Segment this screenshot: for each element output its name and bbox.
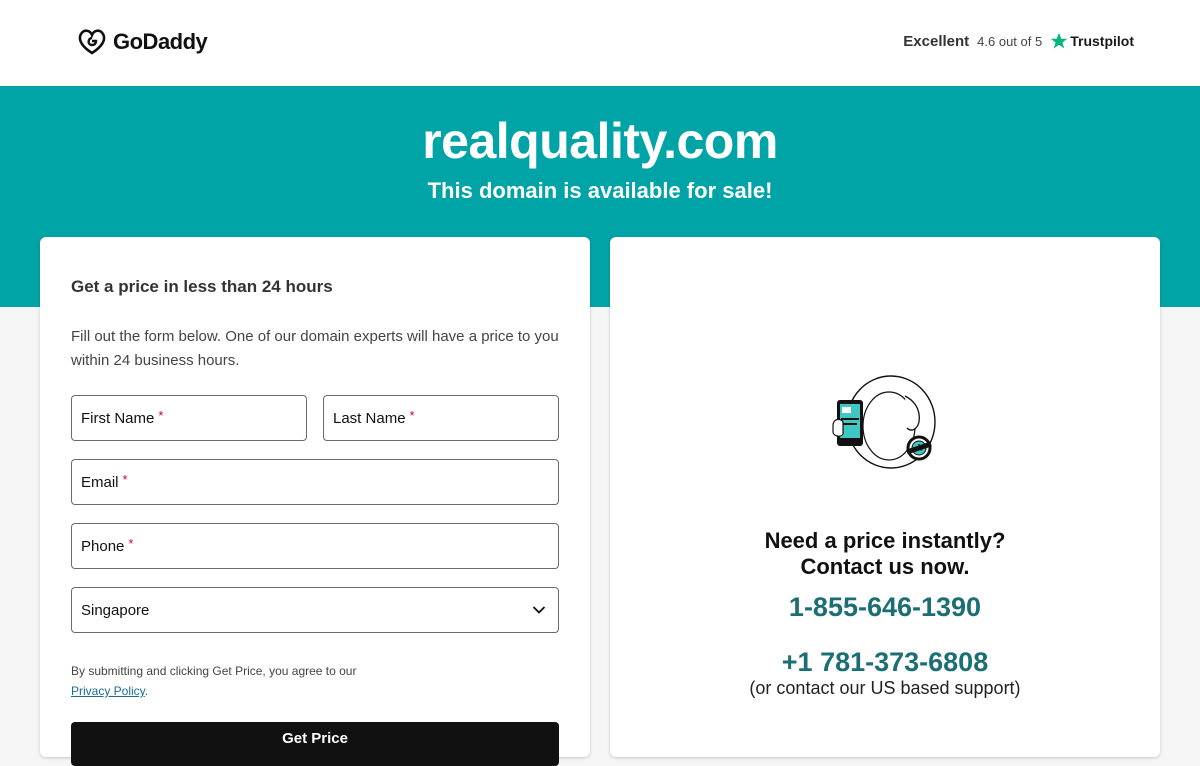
phone-number-secondary[interactable]: +1 781-373-6808 — [610, 647, 1160, 678]
last-name-field[interactable]: Last Name * — [323, 395, 559, 441]
trustpilot-star-icon — [1050, 32, 1068, 49]
site-header: GoDaddy Excellent 4.6 out of 5 Trustpilo… — [0, 0, 1200, 86]
instant-price-heading: Need a price instantly? Contact us now. — [610, 528, 1160, 580]
phone-number-primary[interactable]: 1-855-646-1390 — [610, 592, 1160, 623]
privacy-policy-link[interactable]: Privacy Policy — [71, 684, 145, 698]
form-title: Get a price in less than 24 hours — [71, 277, 333, 296]
phone-clock-illustration — [832, 375, 936, 469]
first-name-field[interactable]: First Name * — [71, 395, 307, 441]
sale-tagline: This domain is available for sale! — [427, 178, 773, 203]
country-select[interactable]: Singapore — [71, 587, 559, 633]
terms-text: By submitting and clicking Get Price, yo… — [71, 664, 357, 678]
support-note: (or contact our US based support) — [749, 678, 1021, 698]
first-name-label: First Name — [81, 409, 155, 427]
get-price-button[interactable]: Get Price — [71, 722, 559, 766]
required-marker: * — [409, 407, 415, 423]
contact-panel: Need a price instantly? Contact us now. … — [610, 237, 1160, 757]
brand-name: GoDaddy — [113, 29, 208, 54]
required-marker: * — [128, 535, 134, 551]
phone-label: Phone — [81, 537, 125, 555]
required-marker: * — [158, 407, 164, 423]
heading-line-1: Need a price instantly? — [764, 528, 1006, 553]
email-field[interactable]: Email * — [71, 459, 559, 505]
trustpilot-brand: Trustpilot — [1050, 32, 1134, 50]
rating-score: 4.6 out of 5 — [977, 33, 1043, 49]
rating-word: Excellent — [903, 32, 970, 50]
required-marker: * — [122, 471, 128, 487]
phone-field[interactable]: Phone * — [71, 523, 559, 569]
domain-name: realquality.com — [422, 113, 778, 169]
form-description: Fill out the form below. One of our doma… — [71, 328, 559, 369]
last-name-label: Last Name — [333, 409, 406, 427]
terms-notice: By submitting and clicking Get Price, yo… — [71, 661, 551, 701]
heading-line-2: Contact us now. — [800, 554, 970, 579]
trustpilot-label: Trustpilot — [1070, 33, 1134, 49]
email-label: Email — [81, 473, 119, 491]
trustpilot-rating[interactable]: Excellent 4.6 out of 5 Trustpilot — [903, 32, 1134, 50]
country-value: Singapore — [81, 601, 150, 619]
chevron-down-icon — [532, 606, 546, 614]
godaddy-heart-icon — [78, 29, 106, 55]
godaddy-logo[interactable]: GoDaddy — [77, 28, 208, 56]
terms-end: . — [144, 684, 149, 698]
price-request-form: Get a price in less than 24 hours Fill o… — [40, 237, 590, 766]
